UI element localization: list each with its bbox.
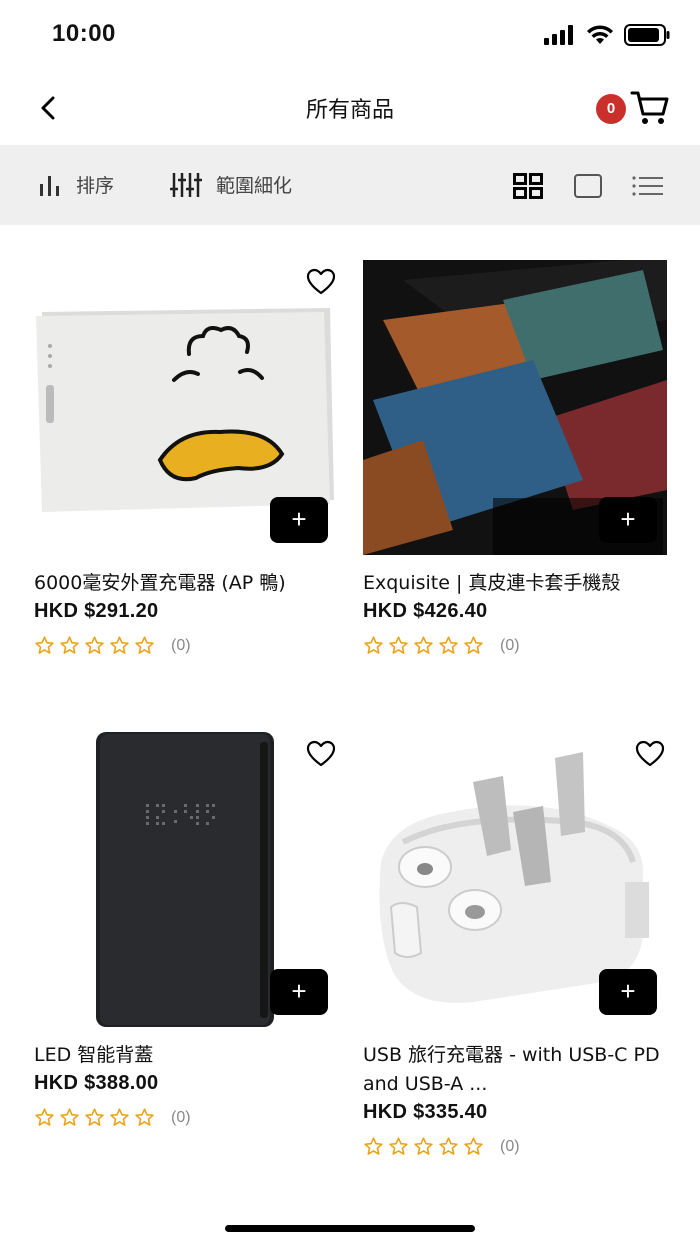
list-view-button[interactable]: [632, 171, 664, 201]
favorite-button[interactable]: [306, 740, 338, 770]
sort-filter-toolbar: 排序 範圍細化: [0, 145, 700, 225]
grid-view-button[interactable]: [512, 171, 544, 201]
filter-label: 範圍細化: [216, 175, 293, 197]
star-outline-icon: [60, 636, 79, 654]
battery-icon: [624, 24, 670, 46]
product-rating: (0): [363, 635, 667, 656]
product-image[interactable]: +: [363, 260, 667, 555]
product-rating: (0): [363, 1136, 667, 1157]
star-outline-icon: [35, 636, 54, 654]
heart-icon: [306, 268, 336, 295]
favorite-button[interactable]: [635, 740, 667, 770]
filter-button[interactable]: 範圍細化: [170, 171, 292, 198]
single-view-icon: [574, 174, 602, 198]
grid-view-icon: [513, 173, 543, 199]
star-outline-icon: [464, 636, 483, 654]
status-icons: [544, 24, 670, 46]
star-outline-icon: [85, 1108, 104, 1126]
product-price: HKD $291.20: [34, 600, 159, 622]
rating-count: (0): [171, 636, 191, 654]
star-outline-icon: [85, 636, 104, 654]
star-outline-icon: [364, 636, 383, 654]
wifi-icon: [587, 25, 613, 44]
star-outline-icon: [364, 1137, 383, 1155]
heart-icon: [306, 740, 336, 767]
product-image[interactable]: +: [34, 732, 338, 1027]
product-card[interactable]: + LED 智能背蓋 HKD $388.00 (0): [34, 732, 338, 1128]
product-card[interactable]: + Exquisite | 真皮連卡套手機殼 HKD $426.40 (0): [363, 260, 667, 656]
add-to-cart-button[interactable]: +: [599, 969, 657, 1015]
star-outline-icon: [110, 636, 129, 654]
star-outline-icon: [135, 636, 154, 654]
rating-count: (0): [500, 636, 520, 654]
product-price: HKD $335.40: [363, 1101, 488, 1123]
star-outline-icon: [389, 1137, 408, 1155]
star-outline-icon: [464, 1137, 483, 1155]
sort-button[interactable]: 排序: [38, 171, 114, 198]
star-outline-icon: [414, 1137, 433, 1155]
signal-icon: [544, 25, 573, 45]
nav-bar: 所有商品 0: [0, 70, 700, 145]
cart-button[interactable]: 0: [594, 86, 670, 130]
star-outline-icon: [35, 1108, 54, 1126]
add-to-cart-button[interactable]: +: [270, 497, 328, 543]
add-to-cart-button[interactable]: +: [599, 497, 657, 543]
product-price: HKD $388.00: [34, 1072, 159, 1094]
status-bar: 10:00: [0, 0, 700, 70]
sort-bars-icon: [40, 175, 59, 196]
star-outline-icon: [439, 636, 458, 654]
star-outline-icon: [414, 636, 433, 654]
star-rating: [34, 1107, 155, 1128]
rating-count: (0): [500, 1137, 520, 1155]
product-name[interactable]: LED 智能背蓋: [34, 1041, 338, 1070]
star-outline-icon: [60, 1108, 79, 1126]
star-outline-icon: [110, 1108, 129, 1126]
product-card[interactable]: + USB 旅行充電器 - with USB-C PD and USB-A ..…: [363, 732, 667, 1157]
status-time: 10:00: [52, 20, 116, 47]
product-price: HKD $426.40: [363, 600, 488, 622]
heart-icon: [635, 740, 665, 767]
rating-count: (0): [171, 1108, 191, 1126]
product-card[interactable]: + 6000毫安外置充電器 (AP 鴨) HKD $291.20 (0): [34, 260, 338, 656]
product-image[interactable]: +: [34, 260, 338, 555]
product-rating: (0): [34, 1107, 338, 1128]
favorite-button[interactable]: [306, 268, 338, 298]
star-rating: [34, 635, 155, 656]
star-outline-icon: [135, 1108, 154, 1126]
sort-label: 排序: [76, 175, 115, 197]
star-rating: [363, 1136, 484, 1157]
cart-count-badge: 0: [596, 94, 626, 124]
star-outline-icon: [389, 636, 408, 654]
product-name[interactable]: Exquisite | 真皮連卡套手機殼: [363, 569, 667, 598]
list-view-icon: [632, 176, 663, 196]
cart-icon: [630, 91, 669, 124]
product-rating: (0): [34, 635, 338, 656]
star-outline-icon: [439, 1137, 458, 1155]
home-indicator[interactable]: [225, 1225, 475, 1232]
sliders-icon: [170, 172, 202, 197]
product-name[interactable]: 6000毫安外置充電器 (AP 鴨): [34, 569, 338, 598]
product-name[interactable]: USB 旅行充電器 - with USB-C PD and USB-A ...: [363, 1041, 667, 1099]
single-view-button[interactable]: [572, 171, 604, 201]
product-image[interactable]: +: [363, 732, 667, 1027]
add-to-cart-button[interactable]: +: [270, 969, 328, 1015]
star-rating: [363, 635, 484, 656]
